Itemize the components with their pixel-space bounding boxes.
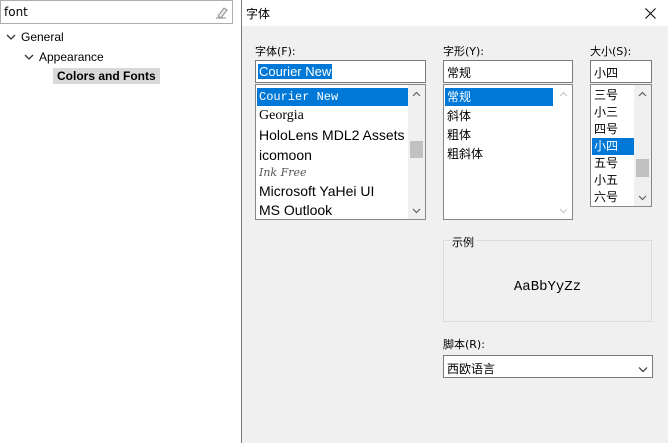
sample-label: 示例 [450,234,476,250]
style-list-item[interactable]: 常规 [445,88,553,106]
font-list-scrollbar[interactable] [408,85,425,219]
size-input[interactable]: 小四 [590,60,652,83]
style-list-item[interactable]: 斜体 [445,107,471,125]
size-list-item[interactable]: 四号 [592,121,618,138]
clear-filter-icon[interactable] [214,5,228,19]
tree-item-colors-and-fonts[interactable]: Colors and Fonts [53,68,160,86]
chevron-down-icon[interactable] [23,52,35,62]
font-list-item[interactable]: Georgia [257,106,304,125]
font-list-item[interactable]: icomoon [257,145,312,165]
scrollbar-thumb[interactable] [636,159,649,177]
style-input[interactable]: 常规 [443,60,573,83]
close-icon [644,7,656,19]
style-list-scrollbar[interactable] [555,85,572,219]
chevron-down-icon[interactable] [555,202,572,219]
chevron-down-icon[interactable] [634,189,651,206]
font-label: 字体(F): [255,45,296,58]
script-label: 脚本(R): [443,338,485,351]
size-input-value: 小四 [594,66,619,80]
font-list-item[interactable]: Courier New [257,88,408,106]
chevron-up-icon[interactable] [555,85,572,102]
size-list-scrollbar[interactable] [634,85,651,206]
size-list-item[interactable]: 五号 [592,155,618,172]
style-list-item[interactable]: 粗体 [445,126,471,144]
size-list-item[interactable]: 六号 [592,189,618,206]
size-list-item[interactable]: 三号 [592,87,618,104]
size-list[interactable]: 三号 小三 四号 小四 五号 小五 六号 [590,84,652,207]
tree-item-appearance[interactable]: Appearance [23,49,108,67]
sample-group: 示例 AaBbYyZz [443,234,652,322]
chevron-down-icon[interactable] [5,32,17,42]
tree-item-label: Appearance [39,50,104,64]
size-list-item[interactable]: 小五 [592,172,618,189]
style-label: 字形(Y): [443,45,485,58]
font-list[interactable]: Courier New Georgia HoloLens MDL2 Assets… [255,84,426,220]
style-list[interactable]: 常规 斜体 粗体 粗斜体 [443,84,573,220]
chevron-up-icon[interactable] [634,85,651,102]
dialog-title: 字体 [246,7,271,21]
font-list-item[interactable]: Ink Free [257,165,307,181]
script-select[interactable]: 西欧语言 [443,355,653,378]
tree-item-label: General [21,30,64,44]
filter-input-value: font [4,5,28,19]
close-button[interactable] [632,0,668,26]
size-label: 大小(S): [590,45,632,58]
sample-preview-text: AaBbYyZz [513,279,582,295]
tree-item-label: Colors and Fonts [53,68,160,84]
scrollbar-thumb[interactable] [410,141,423,158]
font-input-value: Courier New [258,64,333,79]
size-list-item[interactable]: 小四 [592,138,634,155]
font-list-item[interactable]: MS Outlook [257,201,332,219]
font-list-item[interactable]: Microsoft YaHei UI [257,182,374,201]
tree-item-general[interactable]: General [5,29,68,47]
dialog-titlebar: 字体 [242,0,668,26]
script-select-value: 西欧语言 [447,362,496,376]
style-input-value: 常规 [447,66,472,80]
style-list-item[interactable]: 粗斜体 [445,145,483,163]
preferences-pane: font General Appearance Colors and Fonts [0,0,241,443]
chevron-down-icon[interactable] [638,362,648,376]
chevron-down-icon[interactable] [408,202,425,219]
chevron-up-icon[interactable] [408,85,425,102]
font-input[interactable]: Courier New [255,60,426,83]
font-list-item[interactable]: HoloLens MDL2 Assets [257,125,405,145]
filter-input[interactable]: font [0,0,233,24]
font-dialog: 字体 字体(F): Courier New Courier New Georgi… [241,0,668,443]
size-list-item[interactable]: 小三 [592,104,618,121]
